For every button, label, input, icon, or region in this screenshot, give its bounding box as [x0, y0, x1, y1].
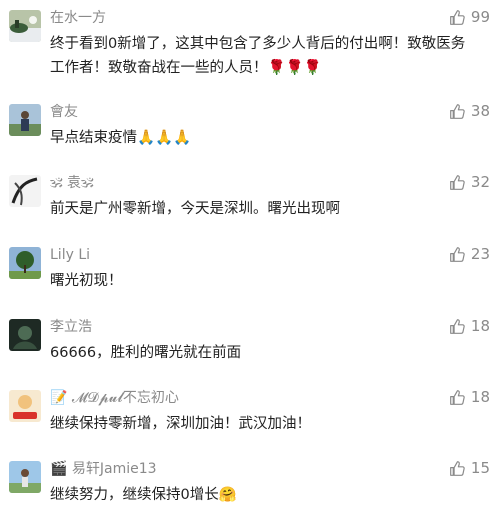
avatar[interactable]	[9, 175, 41, 207]
like-count: 18	[470, 317, 490, 335]
thumbs-up-icon	[450, 103, 465, 119]
thumbs-up-icon	[450, 460, 465, 476]
commenter-name[interactable]: 會友	[50, 103, 78, 121]
commenter-name[interactable]: 在水一方	[50, 9, 106, 27]
like-count: 15	[470, 459, 490, 477]
commenter-name[interactable]: 🕉 袁🕉	[50, 174, 94, 192]
comment-list: 在水一方 99 终于看到0新增了，这其中包含了多少人背后的付出啊！致敬医务工作者…	[0, 0, 502, 522]
commenter-name[interactable]: 🎬 易轩Jamie13	[50, 460, 157, 478]
like-count: 23	[470, 245, 490, 263]
comment-text: 继续保持零新增，深圳加油！武汉加油！	[50, 416, 311, 432]
like-button[interactable]: 18	[449, 317, 490, 335]
comment-text: 曙光初现！	[50, 273, 123, 289]
thumbs-up-icon	[450, 246, 465, 262]
like-button[interactable]: 38	[449, 102, 490, 120]
comment-text: 早点结束疫情🙏🙏🙏	[50, 130, 192, 146]
comment-text: 前天是广州零新增，今天是深圳。曙光出现啊	[50, 201, 340, 217]
like-button[interactable]: 32	[449, 173, 490, 191]
avatar[interactable]	[9, 319, 41, 351]
comment-text: 继续努力，继续保持0增长🤗	[50, 487, 237, 503]
like-button[interactable]: 18	[449, 388, 490, 406]
commenter-name[interactable]: 李立浩	[50, 318, 92, 336]
like-count: 18	[470, 388, 490, 406]
avatar[interactable]	[9, 247, 41, 279]
like-button[interactable]: 15	[449, 459, 490, 477]
like-button[interactable]: 99	[449, 8, 490, 26]
thumbs-up-icon	[450, 174, 465, 190]
commenter-name[interactable]: 📝 𝓜𝓓𝓹𝓾𝓵不忘初心	[50, 389, 179, 407]
like-count: 38	[470, 102, 490, 120]
avatar[interactable]	[9, 461, 41, 493]
like-count: 99	[470, 8, 490, 26]
commenter-name[interactable]: Lily Li	[50, 246, 90, 264]
avatar[interactable]	[9, 390, 41, 422]
comment-text: 66666，胜利的曙光就在前面	[50, 345, 242, 361]
comment-text: 终于看到0新增了，这其中包含了多少人背后的付出啊！致敬医务工作者！致敬奋战在一些…	[50, 36, 466, 76]
thumbs-up-icon	[450, 9, 465, 25]
avatar[interactable]	[9, 104, 41, 136]
like-button[interactable]: 23	[449, 245, 490, 263]
avatar[interactable]	[9, 10, 41, 42]
thumbs-up-icon	[450, 318, 465, 334]
like-count: 32	[470, 173, 490, 191]
thumbs-up-icon	[450, 389, 465, 405]
